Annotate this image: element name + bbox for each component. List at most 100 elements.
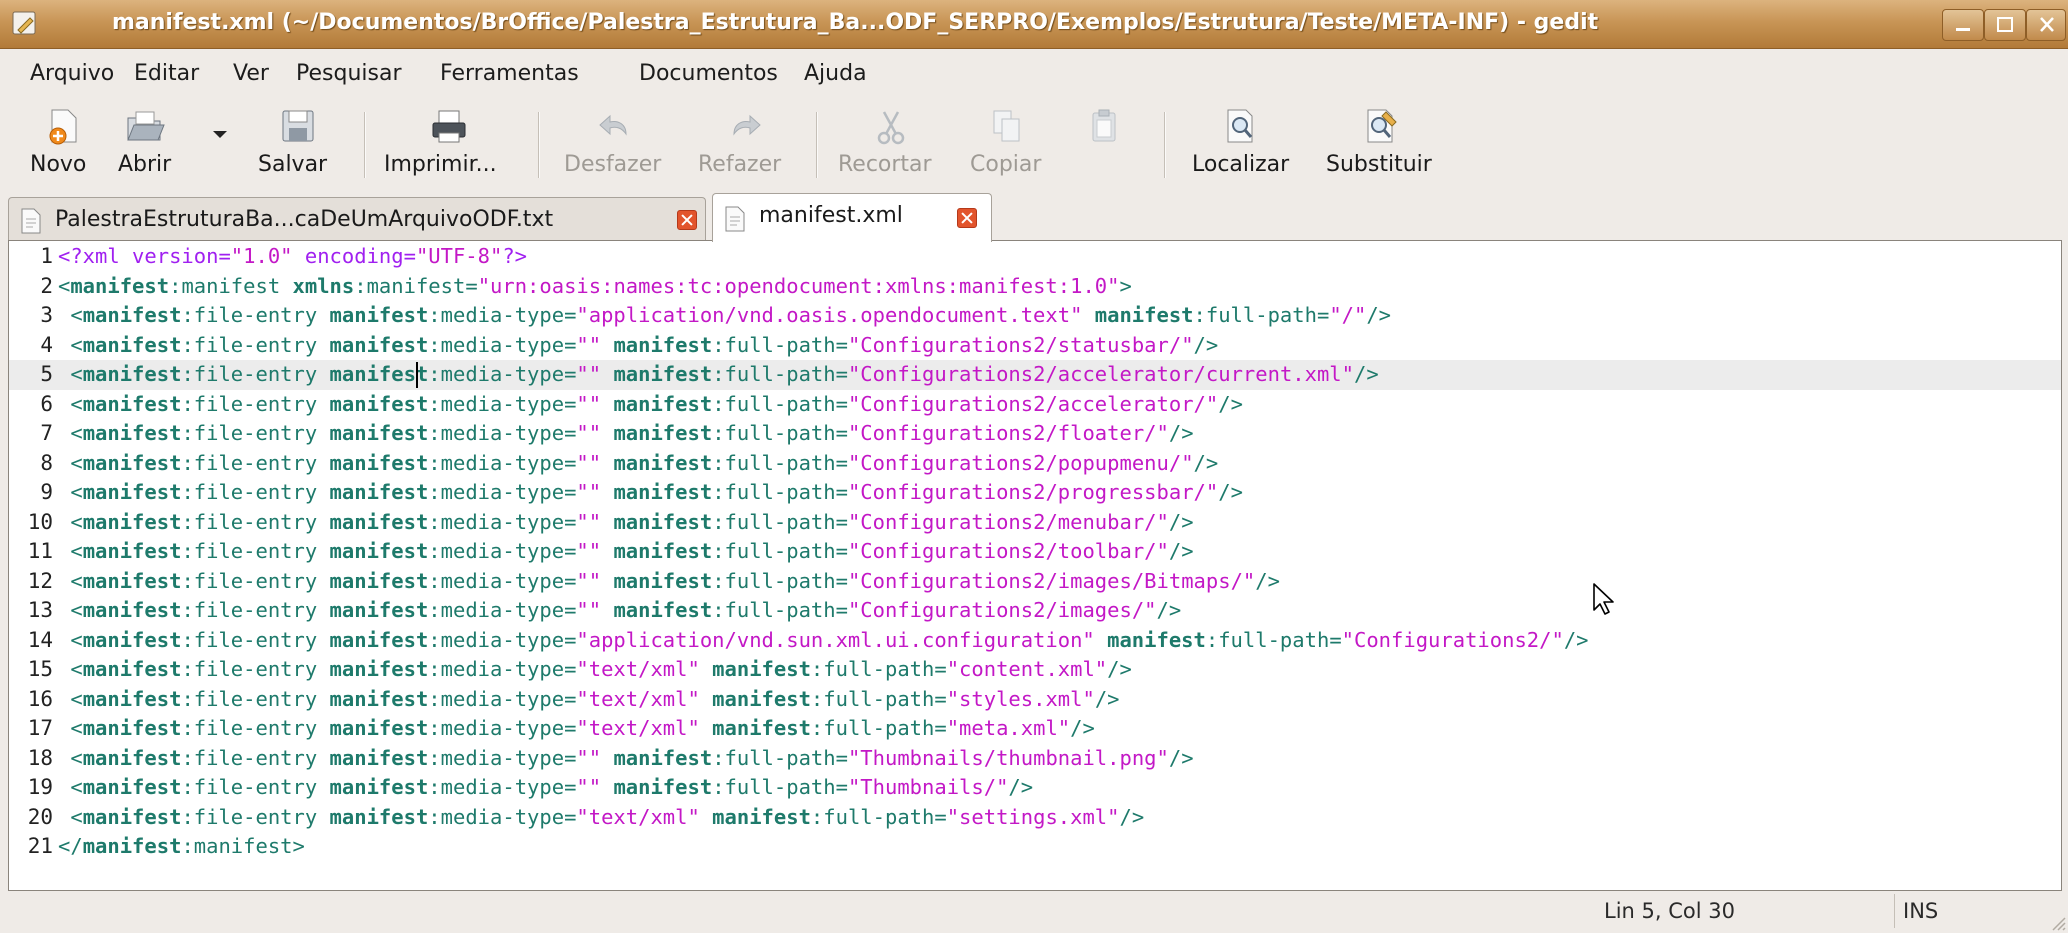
code-text[interactable]: <manifest:file-entry manifest:media-type… bbox=[58, 567, 1280, 597]
toolbar-separator bbox=[1164, 112, 1166, 178]
code-text[interactable]: <manifest:file-entry manifest:media-type… bbox=[58, 301, 1391, 331]
code-text[interactable]: <manifest:file-entry manifest:media-type… bbox=[58, 390, 1243, 420]
copy-button[interactable]: Copiar bbox=[962, 100, 1060, 192]
line-number: 18 bbox=[27, 745, 53, 770]
code-line[interactable]: 11 <manifest:file-entry manifest:media-t… bbox=[9, 537, 2061, 567]
line-number: 5 bbox=[40, 362, 53, 386]
code-line[interactable]: 18 <manifest:file-entry manifest:media-t… bbox=[9, 744, 2061, 774]
paste-button[interactable] bbox=[1068, 100, 1144, 192]
close-tab-icon[interactable] bbox=[677, 210, 697, 230]
cursor-position: Lin 5, Col 30 bbox=[1604, 899, 1735, 923]
code-line[interactable]: 15 <manifest:file-entry manifest:media-t… bbox=[9, 655, 2061, 685]
minimize-button[interactable] bbox=[1942, 9, 1984, 41]
code-line[interactable]: 8 <manifest:file-entry manifest:media-ty… bbox=[9, 449, 2061, 479]
line-number: 14 bbox=[27, 627, 53, 652]
find-button[interactable]: Localizar bbox=[1184, 100, 1308, 192]
code-line[interactable]: 19 <manifest:file-entry manifest:media-t… bbox=[9, 773, 2061, 803]
redo-button[interactable]: Refazer bbox=[690, 100, 806, 192]
save-button[interactable]: Salvar bbox=[250, 100, 344, 192]
code-line[interactable]: 21 </manifest:manifest> bbox=[9, 832, 2061, 862]
replace-button[interactable]: Substituir bbox=[1318, 100, 1454, 192]
menu-pesquisar[interactable]: Pesquisar bbox=[292, 49, 406, 99]
find-magnifier-icon bbox=[1227, 109, 1253, 143]
undo-button[interactable]: Desfazer bbox=[556, 100, 680, 192]
tab-label: PalestraEstruturaBa...caDeUmArquivoODF.t… bbox=[55, 207, 554, 232]
code-text[interactable]: <manifest:file-entry manifest:media-type… bbox=[58, 537, 1193, 567]
code-text[interactable]: <manifest:file-entry manifest:media-type… bbox=[58, 685, 1119, 715]
code-line[interactable]: 4 <manifest:file-entry manifest:media-ty… bbox=[9, 331, 2061, 361]
document-tabs: PalestraEstruturaBa...caDeUmArquivoODF.t… bbox=[0, 193, 2068, 242]
line-number: 7 bbox=[40, 421, 53, 445]
print-button[interactable]: Imprimir... bbox=[376, 100, 522, 192]
open-recent-dropdown-icon[interactable] bbox=[212, 130, 228, 140]
code-text[interactable]: <manifest:file-entry manifest:media-type… bbox=[58, 803, 1144, 833]
line-number: 11 bbox=[27, 539, 53, 563]
close-window-button[interactable] bbox=[2026, 9, 2066, 41]
code-line[interactable]: 13 <manifest:file-entry manifest:media-t… bbox=[9, 596, 2061, 626]
replace-icon bbox=[1367, 109, 1397, 143]
redo-arrow-icon bbox=[733, 114, 761, 136]
gedit-app-icon[interactable] bbox=[10, 8, 40, 38]
maximize-button[interactable] bbox=[1984, 9, 2026, 41]
code-text[interactable]: <manifest:file-entry manifest:media-type… bbox=[58, 478, 1243, 508]
code-line[interactable]: 12 <manifest:file-entry manifest:media-t… bbox=[9, 567, 2061, 597]
code-text[interactable]: <manifest:file-entry manifest:media-type… bbox=[58, 596, 1181, 626]
mouse-pointer-icon bbox=[1593, 583, 1614, 615]
tab-label: manifest.xml bbox=[759, 203, 903, 228]
code-text[interactable]: </manifest:manifest> bbox=[58, 832, 305, 862]
code-line[interactable]: 7 <manifest:file-entry manifest:media-ty… bbox=[9, 419, 2061, 449]
printer-icon bbox=[432, 110, 466, 143]
copy-icon bbox=[993, 110, 1020, 142]
minimize-icon bbox=[1956, 28, 1970, 31]
code-line[interactable]: 17 <manifest:file-entry manifest:media-t… bbox=[9, 714, 2061, 744]
text-editor[interactable]: 1 <?xml version="1.0" encoding="UTF-8"?> 2… bbox=[8, 240, 2062, 891]
code-text[interactable]: <manifest:file-entry manifest:media-type… bbox=[58, 626, 1588, 656]
code-line[interactable]: 9 <manifest:file-entry manifest:media-ty… bbox=[9, 478, 2061, 508]
code-text[interactable]: <manifest:file-entry manifest:media-type… bbox=[58, 655, 1132, 685]
code-line[interactable]: 3 <manifest:file-entry manifest:media-ty… bbox=[9, 301, 2061, 331]
line-number: 15 bbox=[27, 657, 53, 681]
resize-grip-icon[interactable] bbox=[2048, 913, 2066, 931]
code-line[interactable]: 14 <manifest:file-entry manifest:media-t… bbox=[9, 626, 2061, 656]
code-text[interactable]: <manifest:file-entry manifest:media-type… bbox=[58, 714, 1094, 744]
code-line[interactable]: 16 <manifest:file-entry manifest:media-t… bbox=[9, 685, 2061, 715]
line-number: 6 bbox=[40, 391, 53, 416]
code-text[interactable]: <manifest:file-entry manifest:media-type… bbox=[58, 744, 1193, 774]
close-icon bbox=[2040, 17, 2054, 32]
code-line[interactable]: 1 <?xml version="1.0" encoding="UTF-8"?> bbox=[9, 242, 2061, 272]
menu-documentos[interactable]: Documentos bbox=[635, 49, 782, 99]
close-tab-icon[interactable] bbox=[957, 208, 977, 228]
open-button[interactable]: Abrir bbox=[110, 100, 190, 192]
maximize-icon bbox=[1997, 17, 2013, 32]
code-text[interactable]: <manifest:file-entry manifest:media-type… bbox=[58, 773, 1033, 803]
code-text[interactable]: <manifest:manifest xmlns:manifest="urn:o… bbox=[58, 272, 1132, 302]
code-line[interactable]: 10 <manifest:file-entry manifest:media-t… bbox=[9, 508, 2061, 538]
cut-button[interactable]: Recortar bbox=[830, 100, 954, 192]
scissors-icon bbox=[877, 111, 905, 145]
line-number: 3 bbox=[40, 303, 53, 327]
line-number: 16 bbox=[27, 686, 53, 711]
code-text[interactable]: <manifest:file-entry manifest:media-type… bbox=[58, 449, 1218, 479]
code-text[interactable]: <manifest:file-entry manifest:media-type… bbox=[58, 331, 1218, 361]
code-text[interactable]: <manifest:file-entry manifest:media-type… bbox=[58, 508, 1193, 538]
code-line[interactable]: 5 <manifest:file-entry manifest:media-ty… bbox=[9, 360, 2061, 390]
code-text[interactable]: <manifest:file-entry manifest:media-type… bbox=[58, 419, 1193, 449]
new-button[interactable]: Novo bbox=[22, 100, 102, 192]
code-line[interactable]: 2 <manifest:manifest xmlns:manifest="urn:… bbox=[9, 272, 2061, 302]
menu-ver[interactable]: Ver bbox=[229, 49, 273, 99]
menu-ajuda[interactable]: Ajuda bbox=[800, 49, 871, 99]
undo-arrow-icon bbox=[599, 114, 627, 136]
code-line[interactable]: 20 <manifest:file-entry manifest:media-t… bbox=[9, 803, 2061, 833]
code-text[interactable]: <?xml version="1.0" encoding="UTF-8"?> bbox=[58, 242, 527, 272]
new-document-icon bbox=[49, 109, 77, 145]
line-number: 13 bbox=[27, 598, 53, 622]
menu-editar[interactable]: Editar bbox=[130, 49, 203, 99]
tab-palestra-txt[interactable]: PalestraEstruturaBa...caDeUmArquivoODF.t… bbox=[8, 197, 706, 241]
text-file-icon bbox=[21, 208, 41, 234]
tab-manifest-xml[interactable]: manifest.xml bbox=[712, 193, 992, 242]
code-text[interactable]: <manifest:file-entry manifest:media-type… bbox=[58, 360, 1378, 390]
menu-ferramentas[interactable]: Ferramentas bbox=[436, 49, 583, 99]
code-line[interactable]: 6 <manifest:file-entry manifest:media-ty… bbox=[9, 390, 2061, 420]
toolbar-separator bbox=[364, 112, 366, 178]
menu-arquivo[interactable]: Arquivo bbox=[26, 49, 118, 99]
